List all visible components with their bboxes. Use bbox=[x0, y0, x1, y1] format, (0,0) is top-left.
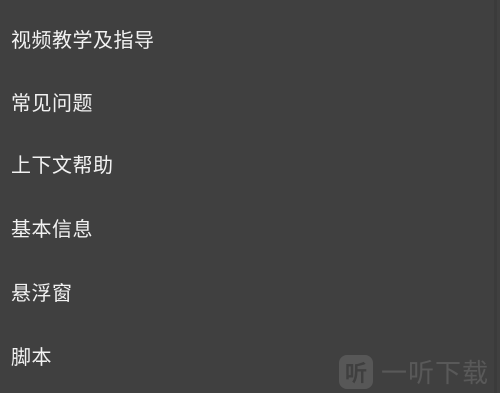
menu-item-context-help[interactable]: 上下文帮助 bbox=[0, 135, 500, 191]
scrollbar[interactable] bbox=[494, 0, 497, 393]
menu-item-label: 视频教学及指导 bbox=[11, 27, 155, 52]
watermark: 听 一听下载 bbox=[339, 350, 500, 393]
menu-item-label: 常见问题 bbox=[11, 90, 93, 115]
menu-item-basic-info[interactable]: 基本信息 bbox=[0, 199, 500, 255]
menu-item-label: 悬浮窗 bbox=[11, 280, 73, 305]
menu-item-video-tutorial[interactable]: 视频教学及指导 bbox=[0, 10, 500, 66]
menu-item-label: 上下文帮助 bbox=[11, 152, 114, 177]
watermark-logo-icon: 听 bbox=[339, 354, 373, 389]
watermark-text: 一听下载 bbox=[381, 359, 490, 389]
menu-item-floating-window[interactable]: 悬浮窗 bbox=[0, 263, 500, 319]
watermark-logo-char: 听 bbox=[344, 361, 367, 387]
menu-item-faq[interactable]: 常见问题 bbox=[0, 73, 500, 129]
menu-list: 视频教学及指导 常见问题 上下文帮助 基本信息 悬浮窗 脚本 bbox=[0, 0, 500, 393]
menu-item-label: 基本信息 bbox=[11, 216, 93, 241]
menu-item-label: 脚本 bbox=[11, 344, 52, 369]
